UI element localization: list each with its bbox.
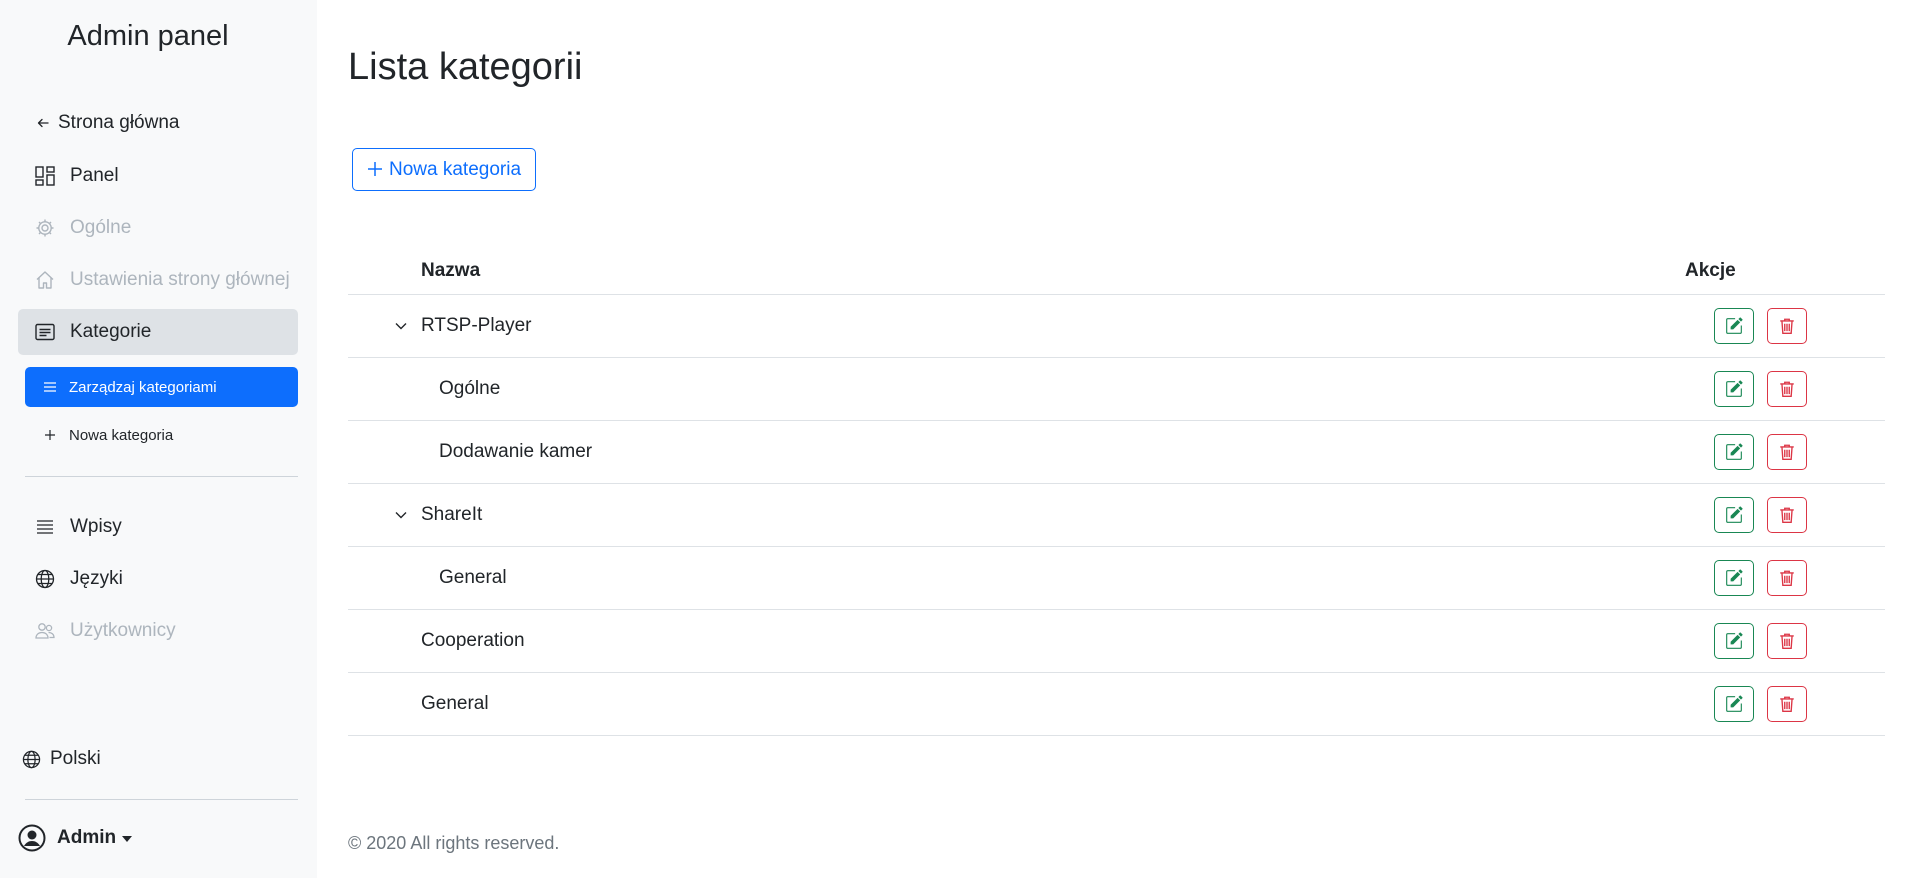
sidebar-item-label: Użytkownicy [70, 620, 176, 641]
brand-title: Admin panel [67, 20, 229, 52]
delete-button[interactable] [1767, 308, 1807, 344]
column-header-actions: Akcje [1685, 260, 1736, 281]
category-name: General [439, 567, 507, 588]
user-menu[interactable]: Admin [18, 824, 133, 852]
trash-icon [1780, 696, 1794, 712]
page-title: Lista kategorii [348, 46, 583, 88]
category-name: Cooperation [421, 630, 525, 651]
pencil-square-icon [1726, 569, 1743, 586]
trash-icon [1780, 318, 1794, 334]
sidebar-item-label: Języki [70, 568, 123, 589]
chevron-down-icon[interactable] [395, 322, 409, 330]
sidebar-item-general[interactable]: Ogólne [18, 205, 298, 251]
gear-icon [34, 217, 56, 239]
pencil-square-icon [1726, 506, 1743, 523]
caret-down-icon [122, 836, 133, 842]
sidebar-divider [25, 799, 298, 800]
sidebar-item-label: Ogólne [70, 217, 132, 238]
globe-icon [34, 568, 56, 590]
pencil-square-icon [1726, 380, 1743, 397]
plus-icon [43, 430, 57, 440]
list-icon [43, 382, 57, 392]
globe-icon [22, 750, 41, 769]
column-header-name: Nazwa [421, 260, 481, 281]
table-row: General [348, 547, 1885, 610]
sidebar-subitem-new-category[interactable]: Nowa kategoria [25, 415, 298, 455]
table-row: ShareIt [348, 484, 1885, 547]
main-content: Lista kategorii Nowa kategoria Nazwa Akc… [317, 0, 1920, 878]
edit-button[interactable] [1714, 686, 1754, 722]
pencil-square-icon [1726, 317, 1743, 334]
category-name: Ogólne [439, 378, 501, 399]
trash-icon [1780, 507, 1794, 523]
trash-icon [1780, 444, 1794, 460]
people-icon [34, 620, 56, 642]
category-name: ShareIt [421, 504, 483, 525]
sidebar-item-label: Ustawienia strony głównej [70, 269, 290, 290]
sidebar-item-panel[interactable]: Panel [18, 153, 298, 199]
sidebar-item-languages[interactable]: Języki [18, 556, 298, 602]
language-label: Polski [50, 748, 101, 769]
delete-button[interactable] [1767, 371, 1807, 407]
pencil-square-icon [1726, 443, 1743, 460]
edit-button[interactable] [1714, 623, 1754, 659]
sidebar-item-posts[interactable]: Wpisy [18, 504, 298, 550]
table-row: RTSP-Player [348, 295, 1885, 358]
table-header: Nazwa Akcje [348, 248, 1885, 295]
delete-button[interactable] [1767, 434, 1807, 470]
new-category-button[interactable]: Nowa kategoria [352, 148, 537, 191]
sidebar-item-home[interactable]: Strona główna [18, 100, 298, 146]
sidebar-item-users[interactable]: Użytkownicy [18, 608, 298, 654]
delete-button[interactable] [1767, 497, 1807, 533]
sidebar-item-label: Panel [70, 165, 119, 186]
chevron-down-icon[interactable] [395, 511, 409, 519]
trash-icon [1780, 381, 1794, 397]
plus-icon [367, 159, 383, 181]
category-name: RTSP-Player [421, 315, 532, 336]
dashboard-icon [34, 165, 56, 187]
category-name: Dodawanie kamer [439, 441, 593, 462]
edit-button[interactable] [1714, 560, 1754, 596]
delete-button[interactable] [1767, 560, 1807, 596]
arrow-left-icon [36, 112, 50, 134]
sidebar-item-homepage-settings[interactable]: Ustawienia strony głównej [18, 257, 298, 303]
edit-button[interactable] [1714, 371, 1754, 407]
pencil-square-icon [1726, 695, 1743, 712]
trash-icon [1780, 570, 1794, 586]
user-name: Admin [57, 827, 117, 848]
app: Admin panel Strona główna Panel Ogólne U… [0, 0, 1920, 878]
sidebar-item-categories[interactable]: Kategorie [18, 309, 298, 355]
person-circle-icon [18, 824, 46, 852]
table-row: General [348, 673, 1885, 736]
card-list-icon [34, 321, 56, 343]
delete-button[interactable] [1767, 686, 1807, 722]
edit-button[interactable] [1714, 497, 1754, 533]
table-row: Ogólne [348, 358, 1885, 421]
house-icon [34, 269, 56, 291]
sidebar-subitem-label: Nowa kategoria [69, 426, 174, 444]
sidebar-subitem-label: Zarządzaj kategoriami [69, 378, 217, 396]
table-row: Dodawanie kamer [348, 421, 1885, 484]
sidebar-subitem-manage-categories[interactable]: Zarządzaj kategoriami [25, 367, 298, 407]
categories-table: Nazwa Akcje RTSP-Player Ogólne Dodawanie… [348, 248, 1885, 736]
footer-copyright: © 2020 All rights reserved. [348, 833, 560, 853]
sidebar-item-label: Kategorie [70, 321, 152, 342]
trash-icon [1780, 633, 1794, 649]
sidebar-item-label: Strona główna [58, 112, 180, 133]
category-name: General [421, 693, 489, 714]
edit-button[interactable] [1714, 434, 1754, 470]
language-selector[interactable]: Polski [22, 748, 101, 770]
sidebar-divider [25, 476, 298, 477]
new-category-label: Nowa kategoria [389, 158, 522, 180]
pencil-square-icon [1726, 632, 1743, 649]
edit-button[interactable] [1714, 308, 1754, 344]
list-icon [34, 516, 56, 538]
table-row: Cooperation [348, 610, 1885, 673]
sidebar: Admin panel Strona główna Panel Ogólne U… [0, 0, 317, 878]
delete-button[interactable] [1767, 623, 1807, 659]
sidebar-item-label: Wpisy [70, 516, 122, 537]
